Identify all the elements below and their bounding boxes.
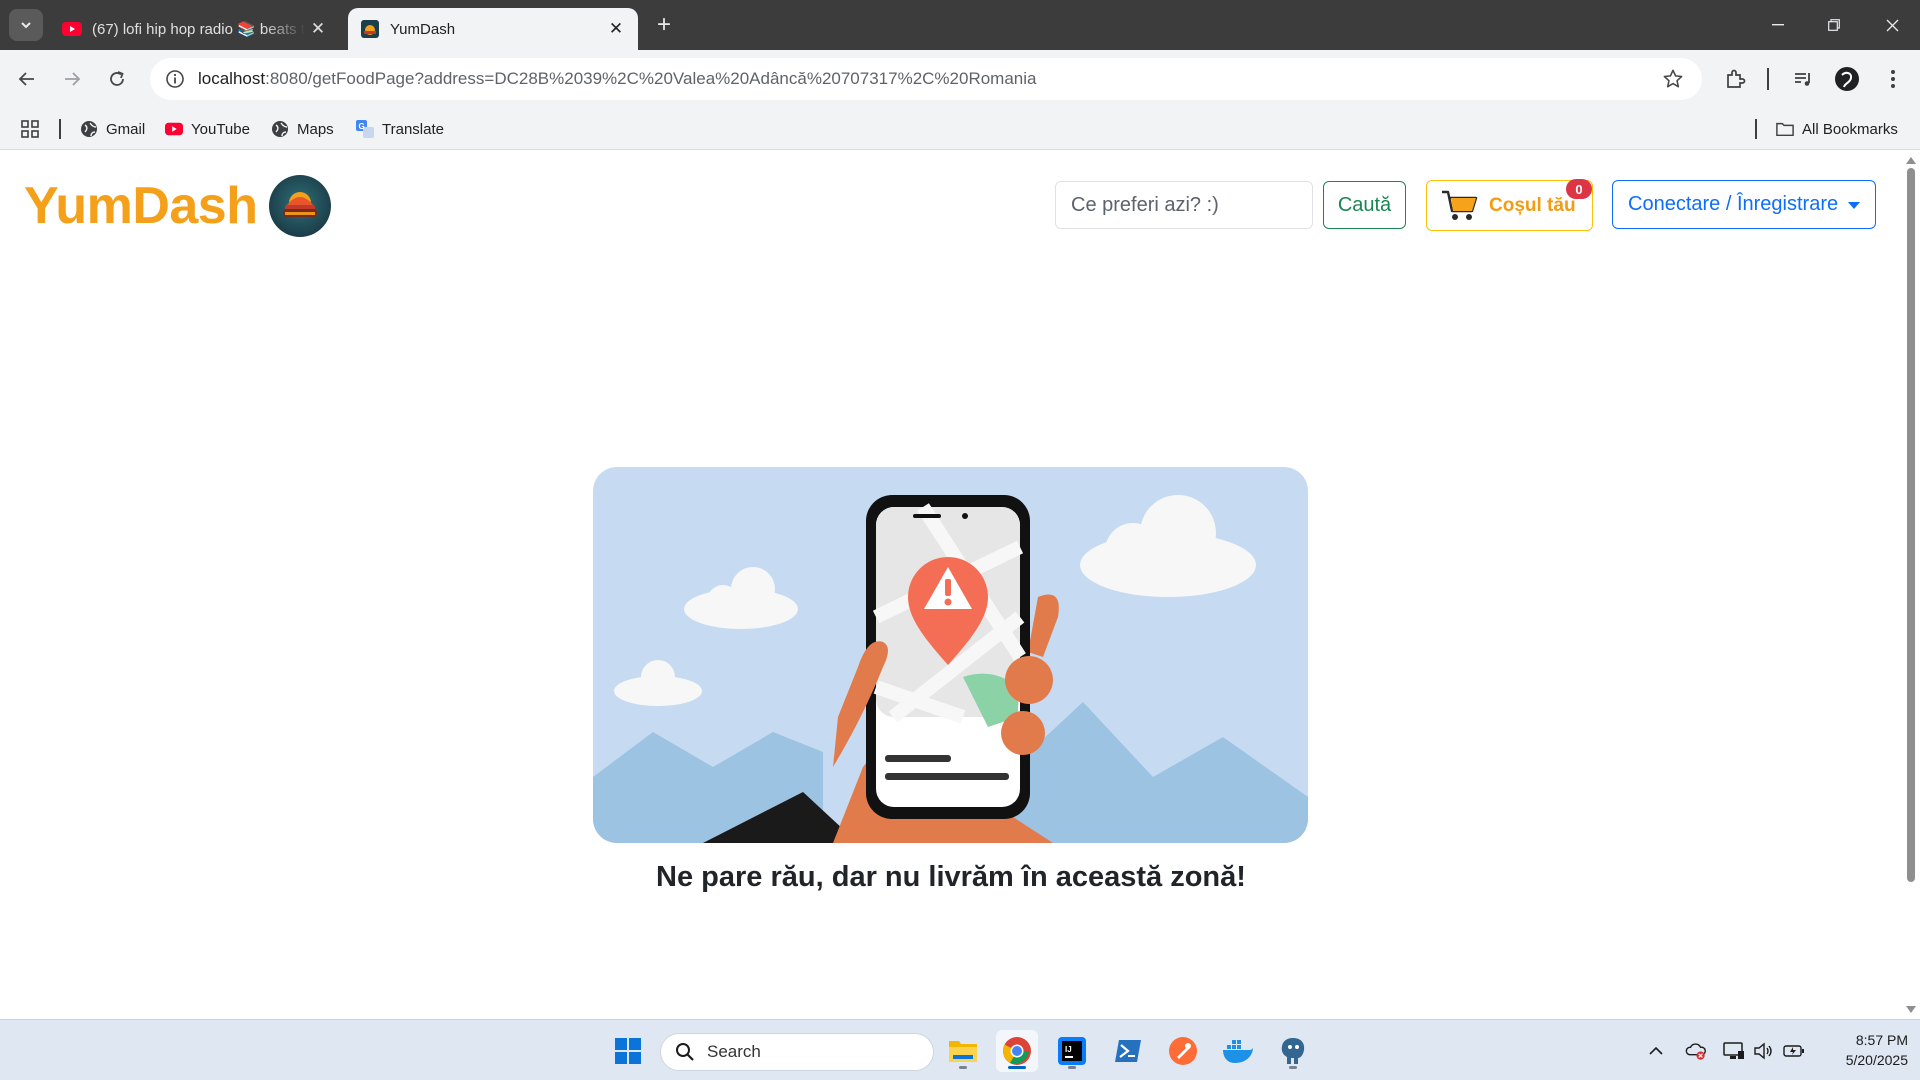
bookmark-star-icon[interactable] (1662, 68, 1684, 90)
postman-icon[interactable] (1162, 1030, 1204, 1072)
site-info-icon[interactable] (164, 68, 186, 90)
running-indicator (1068, 1066, 1076, 1069)
caret-down-icon (1848, 202, 1860, 209)
address-bar[interactable]: localhost:8080/getFoodPage?address=DC28B… (150, 58, 1702, 100)
intellij-icon[interactable]: IJ (1051, 1030, 1093, 1072)
svg-text:IJ: IJ (1065, 1045, 1072, 1054)
minimize-icon[interactable] (1750, 0, 1806, 50)
scroll-down-icon[interactable] (1906, 1006, 1916, 1013)
close-icon[interactable]: ✕ (604, 17, 628, 41)
powershell-icon[interactable] (1107, 1030, 1149, 1072)
browser-toolbar: localhost:8080/getFoodPage?address=DC28B… (0, 50, 1920, 108)
bookmarks-divider (59, 119, 61, 139)
toolbar-divider (1767, 68, 1769, 90)
bookmark-label: Maps (297, 120, 334, 138)
search-icon (676, 1043, 694, 1061)
browser-tab-bar: (67) lofi hip hop radio 📚 beats to relax… (0, 0, 1920, 50)
windows-taskbar: Search IJ 8:57 PM 5/20/2025 (0, 1019, 1920, 1080)
chevron-up-icon[interactable] (1645, 1040, 1667, 1062)
no-delivery-message: Ne pare rău, dar nu livrăm în această zo… (656, 861, 1246, 893)
brand-link[interactable]: YumDash (24, 175, 332, 237)
onedrive-error-icon[interactable] (1685, 1040, 1707, 1062)
chrome-menu-icon[interactable] (1880, 66, 1906, 92)
new-tab-button[interactable]: + (650, 11, 678, 39)
chevron-down-icon (21, 22, 31, 29)
youtube-icon (62, 19, 82, 39)
back-icon[interactable] (10, 62, 44, 96)
page-content: YumDash Caută Coșul tău 0 Conectare / În… (0, 151, 1902, 1019)
login-register-label: Conectare / Înregistrare (1628, 193, 1839, 215)
clock-time: 8:57 PM (1855, 1032, 1908, 1048)
forward-icon[interactable] (55, 62, 89, 96)
youtube-icon (165, 120, 183, 138)
battery-icon[interactable] (1783, 1040, 1805, 1062)
chrome-icon[interactable] (996, 1030, 1038, 1072)
docker-icon[interactable] (1217, 1030, 1259, 1072)
bookmark-label: Translate (382, 120, 444, 138)
bookmarks-bar: Gmail YouTube Maps G Translate All Bookm… (0, 108, 1920, 150)
scroll-thumb[interactable] (1907, 168, 1915, 882)
tab-title: YumDash (390, 20, 456, 38)
running-indicator (1008, 1066, 1026, 1069)
cart-count-badge: 0 (1566, 179, 1592, 199)
cart-label: Coșul tău (1489, 194, 1576, 216)
page-scrollbar[interactable] (1902, 151, 1920, 1019)
file-explorer-icon[interactable] (942, 1030, 984, 1072)
bookmarks-divider (1755, 119, 1757, 139)
bookmark-gmail[interactable]: Gmail (80, 118, 145, 140)
media-control-icon[interactable] (1790, 66, 1816, 92)
scroll-up-icon[interactable] (1906, 157, 1916, 164)
volume-icon[interactable] (1752, 1040, 1774, 1062)
bookmark-youtube[interactable]: YouTube (165, 118, 250, 140)
translate-icon: G (356, 120, 374, 138)
brand-name: YumDash (24, 177, 258, 235)
reload-icon[interactable] (100, 62, 134, 96)
running-indicator (959, 1066, 967, 1069)
clock-date: 5/20/2025 (1845, 1052, 1908, 1068)
search-input[interactable] (1055, 181, 1313, 229)
bookmark-label: YouTube (191, 120, 250, 138)
svg-text:G: G (359, 122, 365, 131)
windows-search-label: Search (707, 1042, 761, 1061)
globe-icon (80, 120, 98, 138)
bookmark-maps[interactable]: Maps (271, 118, 334, 140)
windows-search-box[interactable]: Search (660, 1033, 934, 1071)
start-icon[interactable] (607, 1030, 649, 1072)
bookmark-label: All Bookmarks (1802, 120, 1898, 138)
extensions-icon[interactable] (1722, 66, 1748, 92)
login-register-dropdown[interactable]: Conectare / Înregistrare (1612, 180, 1876, 229)
network-icon[interactable] (1723, 1040, 1745, 1062)
running-indicator (1289, 1066, 1297, 1069)
tab-lofi[interactable]: (67) lofi hip hop radio 📚 beats to relax… (50, 8, 340, 50)
taskbar-clock[interactable]: 8:57 PM 5/20/2025 (1818, 1030, 1908, 1070)
restore-icon[interactable] (1806, 0, 1862, 50)
no-delivery-illustration (593, 467, 1308, 843)
close-icon[interactable]: ✕ (306, 17, 330, 41)
bookmark-translate[interactable]: G Translate (356, 118, 444, 140)
profile-avatar-icon[interactable] (1834, 66, 1860, 92)
shopping-cart-icon (1442, 190, 1478, 220)
tab-yumdash[interactable]: YumDash ✕ (348, 8, 638, 50)
folder-icon (1776, 120, 1794, 138)
bookmark-label: Gmail (106, 120, 146, 138)
search-button[interactable]: Caută (1323, 181, 1406, 229)
yumdash-logo-icon (360, 19, 380, 39)
close-window-icon[interactable] (1864, 0, 1920, 50)
all-bookmarks-button[interactable]: All Bookmarks (1776, 118, 1898, 140)
yumdash-logo-icon (269, 175, 332, 237)
globe-icon (271, 120, 289, 138)
url-text: localhost:8080/getFoodPage?address=DC28B… (198, 69, 1037, 88)
postgresql-icon[interactable] (1272, 1030, 1314, 1072)
tab-search-button[interactable] (9, 9, 43, 41)
apps-grid-icon[interactable] (20, 118, 40, 140)
tab-title: (67) lofi hip hop radio 📚 beats to relax… (92, 21, 306, 38)
